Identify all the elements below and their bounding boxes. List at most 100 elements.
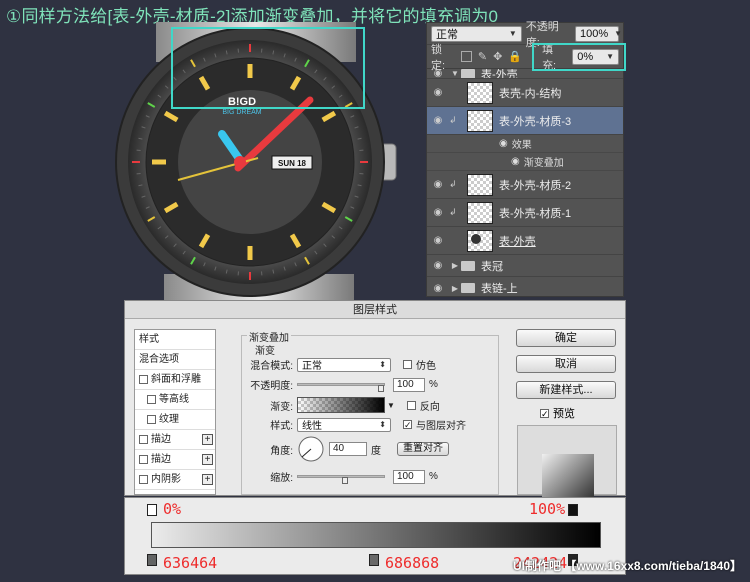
- style-item[interactable]: 混合选项: [135, 350, 215, 370]
- folder-icon: [461, 69, 475, 78]
- eye-icon[interactable]: ◉: [499, 138, 508, 149]
- left-color-annotation: 636464: [163, 554, 218, 572]
- layer-group-row[interactable]: ◉ ▶ 表链-上: [427, 277, 623, 299]
- style-item[interactable]: 描边 +: [135, 450, 215, 470]
- opacity-stop-right[interactable]: [568, 504, 578, 516]
- add-icon[interactable]: +: [202, 434, 213, 445]
- eye-icon[interactable]: ◉: [427, 115, 449, 126]
- dither-checkbox[interactable]: [403, 360, 412, 369]
- preview-checkbox-checked[interactable]: ✓: [540, 408, 549, 418]
- blend-mode-value: 正常: [302, 361, 322, 372]
- cancel-button[interactable]: 取消: [516, 355, 616, 373]
- checkbox[interactable]: [147, 415, 156, 424]
- layer-group-row[interactable]: ◉ ▶ 表冠: [427, 255, 623, 277]
- checkbox[interactable]: [139, 455, 148, 464]
- gradient-picker[interactable]: [297, 397, 385, 413]
- expand-arrow-icon[interactable]: ▶: [449, 261, 461, 270]
- subsection-title: 渐变: [255, 346, 275, 357]
- opacity-label: 不透明度:: [250, 381, 293, 392]
- blend-mode-select[interactable]: 正常 ▼: [431, 25, 522, 42]
- opacity-field[interactable]: 100% ▼: [575, 25, 623, 42]
- highlight-box-fill: [532, 43, 626, 71]
- opacity-slider[interactable]: [297, 383, 385, 392]
- layer-row[interactable]: ◉ 表-外壳: [427, 227, 623, 255]
- percent-sign: %: [429, 471, 438, 482]
- style-item[interactable]: 描边 +: [135, 430, 215, 450]
- style-value: 线性: [302, 421, 322, 432]
- angle-input[interactable]: 40: [329, 442, 367, 456]
- checkbox[interactable]: [139, 435, 148, 444]
- angle-dial[interactable]: [297, 435, 325, 463]
- align-checkbox-checked[interactable]: ✓: [403, 420, 412, 430]
- style-label: 描边: [151, 453, 171, 465]
- checkbox[interactable]: [147, 395, 156, 404]
- preview-option[interactable]: ✓ 预览: [516, 405, 616, 421]
- scale-slider[interactable]: [297, 475, 385, 484]
- expand-arrow-icon[interactable]: ▼: [449, 69, 461, 78]
- highlight-box-dial: [171, 27, 365, 109]
- layer-name: 表冠: [481, 260, 503, 273]
- layer-row[interactable]: ◉ ↲ 表-外壳-材质-2: [427, 171, 623, 199]
- checkbox[interactable]: [139, 375, 148, 384]
- layer-thumbnail: [467, 201, 493, 224]
- slider-knob[interactable]: [378, 385, 384, 392]
- checkbox[interactable]: [139, 475, 148, 484]
- layer-name: 表-外壳-材质-1: [499, 207, 572, 220]
- layer-row[interactable]: ◉ 表壳-内-结构: [427, 79, 623, 107]
- slider-knob[interactable]: [342, 477, 348, 484]
- style-label: 等高线: [159, 393, 189, 405]
- ok-button[interactable]: 确定: [516, 329, 616, 347]
- eye-icon[interactable]: ◉: [427, 207, 449, 218]
- add-icon[interactable]: +: [202, 454, 213, 465]
- eye-icon[interactable]: ◉: [427, 69, 449, 78]
- style-item[interactable]: 纹理: [135, 410, 215, 430]
- style-item[interactable]: 斜面和浮雕: [135, 370, 215, 390]
- opacity-stop-left[interactable]: [147, 504, 157, 516]
- eye-icon[interactable]: ◉: [427, 283, 449, 294]
- brush-icon[interactable]: ✎: [478, 50, 487, 63]
- color-stop-left[interactable]: [147, 554, 157, 566]
- eye-icon[interactable]: ◉: [427, 260, 449, 271]
- degree-label: 度: [371, 445, 381, 457]
- reset-align-button[interactable]: 重置对齐: [397, 442, 449, 456]
- new-style-button[interactable]: 新建样式...: [516, 381, 616, 399]
- gradient-overlay-effect-row[interactable]: ◉ 渐变叠加: [427, 153, 623, 171]
- layer-style-dialog: 图层样式 样式 混合选项 斜面和浮雕 等高线 纹理 描边 + 描边 + 内阴影 + 渐…: [124, 300, 626, 498]
- eye-icon[interactable]: ◉: [427, 235, 449, 246]
- add-icon[interactable]: +: [202, 474, 213, 485]
- reverse-checkbox[interactable]: [406, 400, 416, 410]
- style-item[interactable]: 内阴影 +: [135, 470, 215, 490]
- chevron-down-icon: ▼: [508, 29, 517, 38]
- effects-row[interactable]: ◉ 效果: [427, 135, 623, 153]
- style-item[interactable]: 样式: [135, 330, 215, 350]
- layer-row[interactable]: ◉ ↲ 表-外壳-材质-1: [427, 199, 623, 227]
- move-icon[interactable]: ✥: [493, 50, 502, 63]
- style-item[interactable]: 等高线: [135, 390, 215, 410]
- lock-icon[interactable]: 🔒: [508, 50, 522, 63]
- scale-input[interactable]: 100: [393, 469, 425, 484]
- opacity-input[interactable]: 100: [393, 377, 425, 392]
- preview-label: 预览: [553, 408, 575, 420]
- chevron-down-icon: ▼: [614, 29, 623, 38]
- expand-arrow-icon[interactable]: ▶: [449, 284, 461, 293]
- clip-icon: ↲: [449, 115, 457, 125]
- layer-row-selected[interactable]: ◉ ↲ 表-外壳-材质-3: [427, 107, 623, 135]
- brand-tagline: BIG DREAM: [222, 109, 261, 116]
- style-select[interactable]: 线性 ⬍: [297, 417, 391, 432]
- dialog-title: 图层样式: [125, 301, 625, 319]
- eye-icon[interactable]: ◉: [427, 87, 449, 98]
- eye-icon[interactable]: ◉: [511, 156, 520, 167]
- color-stop-mid[interactable]: [369, 554, 379, 566]
- eye-icon[interactable]: ◉: [427, 179, 449, 190]
- layer-name: 表-外壳: [481, 69, 518, 79]
- mid-color-annotation: 686868: [385, 554, 440, 572]
- watermark: UI制作吧 【www.16xx8.com/tieba/1840】: [513, 559, 742, 573]
- blend-mode-select[interactable]: 正常 ⬍: [297, 357, 391, 372]
- chevron-down-icon[interactable]: ▼: [387, 401, 395, 410]
- effect-name: 渐变叠加: [523, 158, 564, 169]
- style-label: 纹理: [159, 413, 179, 425]
- clip-icon: ↲: [449, 207, 457, 217]
- lock-transparent-icon[interactable]: [461, 51, 472, 62]
- chevron-down-icon: ⬍: [379, 360, 386, 369]
- gradient-bar[interactable]: [151, 522, 601, 548]
